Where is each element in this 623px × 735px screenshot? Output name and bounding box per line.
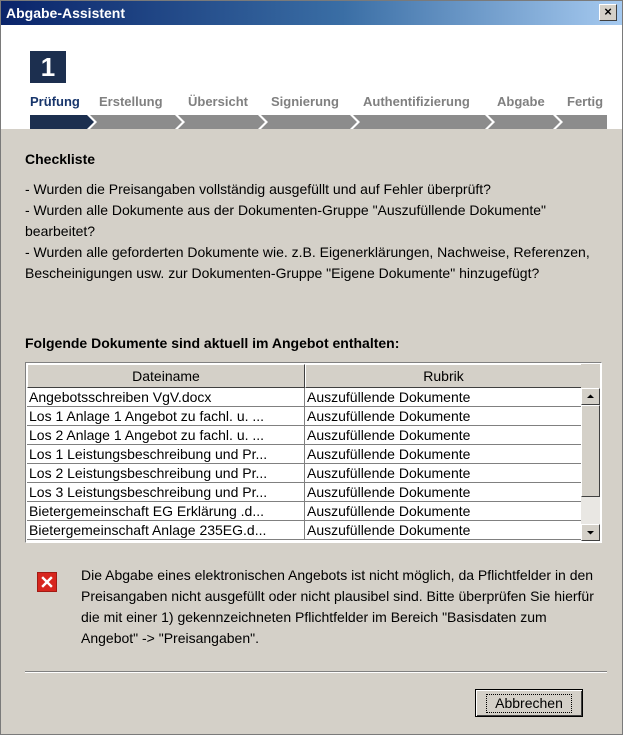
title-bar: Abgabe-Assistent × xyxy=(1,1,622,25)
cell-rubrik: Auszufüllende Dokumente xyxy=(305,502,582,521)
progress-segment-uebersicht xyxy=(178,115,265,129)
wizard-header: 1 Prüfung Erstellung Übersicht Signierun… xyxy=(1,25,622,129)
cell-dateiname: Los 3 Leistungsbeschreibung und Pr... xyxy=(27,483,305,502)
window-title: Abgabe-Assistent xyxy=(6,5,126,21)
wizard-steps: Prüfung Erstellung Übersicht Signierung … xyxy=(1,94,622,114)
cell-dateiname: Los 1 Anlage 1 Angebot zu fachl. u. ... xyxy=(27,407,305,426)
cell-rubrik: Auszufüllende Dokumente xyxy=(305,521,582,540)
scroll-up-button[interactable] xyxy=(581,388,600,405)
checklist: - Wurden die Preisangaben vollständig au… xyxy=(25,179,610,284)
progress-segment-abgabe xyxy=(488,115,560,129)
table-row[interactable]: Angebotsschreiben VgV.docx Auszufüllende… xyxy=(27,388,582,407)
step-authentifizierung: Authentifizierung xyxy=(363,94,470,109)
step-uebersicht: Übersicht xyxy=(188,94,248,109)
arrow-down-icon xyxy=(587,531,594,535)
table-row[interactable]: Los 1 Anlage 1 Angebot zu fachl. u. ... … xyxy=(27,407,582,426)
close-button[interactable]: × xyxy=(599,4,617,21)
checklist-title: Checkliste xyxy=(25,151,96,167)
step-signierung: Signierung xyxy=(271,94,339,109)
cell-dateiname: Los 2 Leistungsbeschreibung und Pr... xyxy=(27,464,305,483)
checklist-item: - Wurden alle geforderten Dokumente wie.… xyxy=(25,244,590,281)
checklist-item: - Wurden die Preisangaben vollständig au… xyxy=(25,181,491,197)
cell-rubrik: Auszufüllende Dokumente xyxy=(305,388,582,407)
table-row[interactable]: Los 1 Leistungsbeschreibung und Pr... Au… xyxy=(27,445,582,464)
documents-title: Folgende Dokumente sind aktuell im Angeb… xyxy=(25,335,400,351)
table-header: Dateiname Rubrik xyxy=(27,364,582,388)
cell-rubrik: Auszufüllende Dokumente xyxy=(305,445,582,464)
progress-segment-erstellung xyxy=(90,115,182,129)
wizard-progress-bar xyxy=(30,115,607,129)
table-row[interactable]: Los 3 Leistungsbeschreibung und Pr... Au… xyxy=(27,483,582,502)
cell-dateiname: Los 2 Anlage 1 Angebot zu fachl. u. ... xyxy=(27,426,305,445)
column-header-dateiname[interactable]: Dateiname xyxy=(27,364,305,388)
progress-segment-signierung xyxy=(261,115,357,129)
scrollbar-header-corner xyxy=(581,364,600,388)
column-header-rubrik[interactable]: Rubrik xyxy=(305,364,582,388)
progress-segment-pruefung xyxy=(30,115,94,129)
table-row[interactable]: Bietergemeinschaft EG Erklärung .d... Au… xyxy=(27,502,582,521)
table-row[interactable]: Los 2 Leistungsbeschreibung und Pr... Au… xyxy=(27,464,582,483)
table-row[interactable]: Los 2 Anlage 1 Angebot zu fachl. u. ... … xyxy=(27,426,582,445)
step-pruefung: Prüfung xyxy=(30,94,80,109)
cell-dateiname: Bietergemeinschaft Anlage 235EG.d... xyxy=(27,521,305,540)
vertical-scrollbar[interactable] xyxy=(581,364,600,541)
step-number-badge: 1 xyxy=(30,51,66,83)
cell-dateiname: Angebotsschreiben VgV.docx xyxy=(27,388,305,407)
cell-rubrik: Auszufüllende Dokumente xyxy=(305,426,582,445)
separator xyxy=(25,671,607,673)
cancel-button-label: Abbrechen xyxy=(486,694,572,713)
progress-segment-fertig xyxy=(556,115,607,129)
step-abgabe: Abgabe xyxy=(497,94,545,109)
cell-dateiname: Bietergemeinschaft EG Erklärung .d... xyxy=(27,502,305,521)
documents-table: Dateiname Rubrik Angebotsschreiben VgV.d… xyxy=(25,362,602,543)
cell-rubrik: Auszufüllende Dokumente xyxy=(305,407,582,426)
cell-dateiname: Los 1 Leistungsbeschreibung und Pr... xyxy=(27,445,305,464)
error-message: Die Abgabe eines elektronischen Angebots… xyxy=(81,567,594,646)
step-erstellung: Erstellung xyxy=(99,94,163,109)
scroll-down-button[interactable] xyxy=(581,524,600,541)
cell-rubrik: Auszufüllende Dokumente xyxy=(305,464,582,483)
abgabe-assistent-dialog: Abgabe-Assistent × 1 Prüfung Erstellung … xyxy=(0,0,623,735)
scrollbar-thumb[interactable] xyxy=(581,405,600,497)
arrow-up-icon xyxy=(587,394,594,398)
cancel-button[interactable]: Abbrechen xyxy=(475,689,583,717)
step-fertig: Fertig xyxy=(567,94,604,109)
table-body: Angebotsschreiben VgV.docx Auszufüllende… xyxy=(27,388,582,540)
error-icon xyxy=(37,572,57,592)
table-row[interactable]: Bietergemeinschaft Anlage 235EG.d... Aus… xyxy=(27,521,582,540)
progress-segment-authentifizierung xyxy=(353,115,492,129)
cell-rubrik: Auszufüllende Dokumente xyxy=(305,483,582,502)
checklist-item: - Wurden alle Dokumente aus der Dokument… xyxy=(25,202,546,239)
